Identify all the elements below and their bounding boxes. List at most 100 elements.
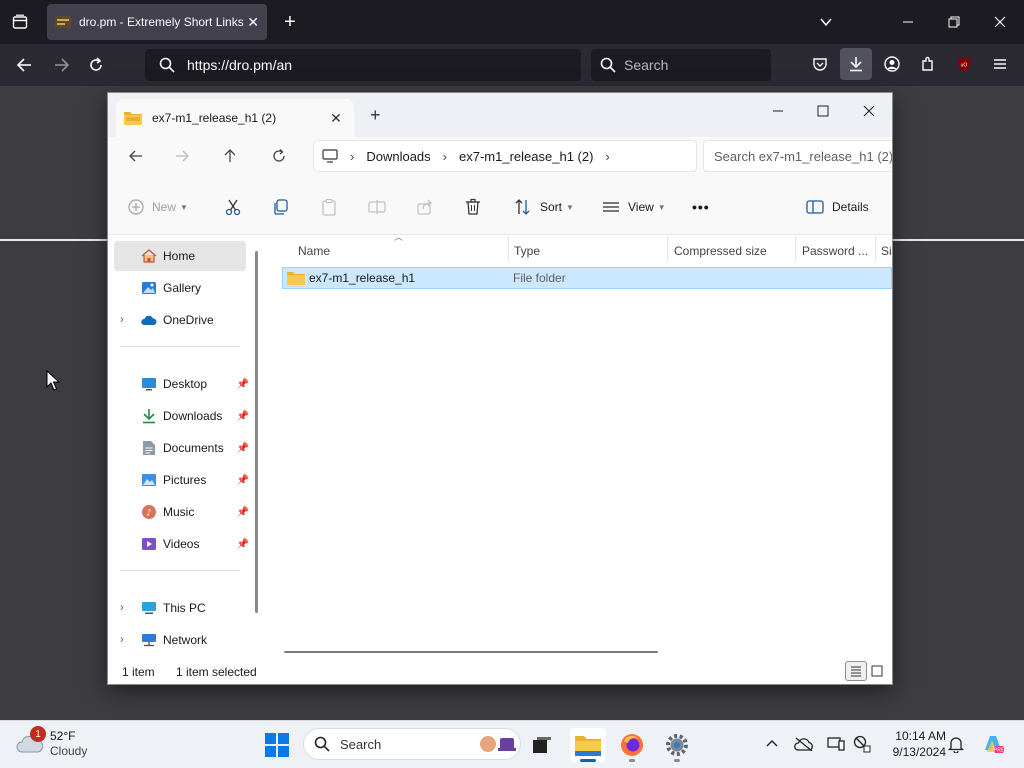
- tiles-view-toggle[interactable]: [866, 661, 888, 681]
- pocket-icon[interactable]: [810, 54, 830, 74]
- new-button-label: New: [152, 200, 177, 214]
- view-button[interactable]: View ▼: [602, 195, 666, 219]
- chevron-right-icon[interactable]: ›: [120, 634, 124, 646]
- rename-button[interactable]: [368, 195, 386, 219]
- new-tab-button[interactable]: +: [280, 11, 300, 33]
- list-all-tabs-icon[interactable]: [816, 12, 836, 32]
- maximize-button[interactable]: [800, 97, 846, 125]
- breadcrumb-downloads[interactable]: Downloads: [366, 149, 430, 164]
- back-button[interactable]: [122, 143, 150, 169]
- explorer-search-input[interactable]: Search ex7-m1_release_h1 (2): [703, 140, 892, 172]
- network-status-icon[interactable]: [852, 734, 872, 754]
- close-browser-button[interactable]: [990, 12, 1010, 32]
- chevron-right-icon[interactable]: ›: [120, 602, 124, 614]
- share-icon: [417, 199, 432, 215]
- account-icon[interactable]: [882, 54, 902, 74]
- tab-list-icon[interactable]: [8, 10, 32, 34]
- column-header-password[interactable]: Password ...: [802, 239, 868, 263]
- column-header-type[interactable]: Type: [514, 239, 540, 263]
- explorer-tab[interactable]: ex7-m1_release_h1 (2) ✕: [116, 99, 354, 137]
- reload-icon[interactable]: [84, 54, 108, 76]
- sidebar-item-onedrive[interactable]: › OneDrive: [114, 305, 246, 335]
- share-button[interactable]: [416, 195, 434, 219]
- notifications-bell-icon[interactable]: [946, 734, 966, 754]
- forward-button[interactable]: [168, 143, 196, 169]
- horizontal-scrollbar[interactable]: [284, 651, 658, 653]
- sidebar-item-documents[interactable]: Documents 📌: [114, 433, 249, 463]
- file-explorer-taskbar-button[interactable]: [570, 728, 606, 762]
- sidebar-item-home[interactable]: Home: [114, 241, 246, 271]
- sidebar-item-gallery[interactable]: Gallery: [114, 273, 246, 303]
- breadcrumb-current-folder[interactable]: ex7-m1_release_h1 (2): [459, 149, 593, 164]
- refresh-button[interactable]: [265, 143, 293, 169]
- web-search-box[interactable]: Search: [591, 49, 771, 81]
- sort-ascending-icon: ︿: [394, 232, 404, 242]
- copy-button[interactable]: [272, 195, 290, 219]
- details-pane-button[interactable]: Details: [806, 195, 869, 219]
- ublock-icon[interactable]: uO: [954, 54, 974, 74]
- sidebar-item-this-pc[interactable]: › This PC: [114, 593, 246, 623]
- minimize-browser-button[interactable]: [898, 12, 918, 32]
- chevron-right-icon[interactable]: ›: [120, 314, 124, 326]
- minimize-button[interactable]: [755, 97, 801, 125]
- column-separator[interactable]: [508, 236, 509, 262]
- start-button[interactable]: [259, 728, 295, 762]
- weather-widget[interactable]: 1 52°F Cloudy: [16, 726, 87, 762]
- copilot-icon[interactable]: PRE: [980, 731, 1006, 757]
- sidebar-item-pictures[interactable]: Pictures 📌: [114, 465, 249, 495]
- sidebar-item-downloads[interactable]: Downloads 📌: [114, 401, 249, 431]
- back-icon[interactable]: [12, 54, 36, 76]
- downloads-button[interactable]: [840, 48, 872, 80]
- close-tab-icon[interactable]: ✕: [326, 110, 346, 127]
- sidebar-item-music[interactable]: ♪ Music 📌: [114, 497, 249, 527]
- column-header-size[interactable]: Si: [881, 239, 892, 263]
- pictures-icon: [141, 472, 157, 488]
- up-button[interactable]: [216, 143, 244, 169]
- column-header-name[interactable]: Name: [298, 239, 330, 263]
- column-separator[interactable]: [667, 236, 668, 262]
- chevron-right-icon[interactable]: ›: [605, 149, 609, 164]
- browser-tab[interactable]: dro.pm - Extremely Short Links ✕: [47, 4, 267, 40]
- sidebar-scrollbar[interactable]: [255, 251, 258, 613]
- chevron-right-icon: ›: [442, 148, 448, 164]
- display-tray-icon[interactable]: [826, 734, 846, 754]
- column-header-compressed-size[interactable]: Compressed size: [674, 239, 767, 263]
- column-header-label: Name: [298, 244, 331, 258]
- sidebar-item-desktop[interactable]: Desktop 📌: [114, 369, 249, 399]
- extensions-icon[interactable]: [918, 54, 938, 74]
- new-tab-button[interactable]: +: [370, 105, 381, 126]
- close-button[interactable]: [846, 97, 892, 125]
- forward-icon[interactable]: [50, 54, 74, 76]
- cut-button[interactable]: [224, 195, 242, 219]
- url-bar[interactable]: https://dro.pm/an: [145, 49, 581, 81]
- task-view-button[interactable]: [524, 728, 560, 762]
- column-header-label: Compressed size: [674, 244, 767, 258]
- breadcrumb[interactable]: › Downloads › ex7-m1_release_h1 (2) ›: [313, 140, 697, 172]
- new-button[interactable]: New ▼: [128, 195, 188, 219]
- sidebar-item-network[interactable]: › Network: [114, 625, 246, 655]
- url-text: https://dro.pm/an: [187, 57, 293, 73]
- tiles-view-icon: [871, 665, 883, 677]
- more-options-button[interactable]: •••: [692, 195, 710, 219]
- web-search-placeholder: Search: [624, 57, 669, 73]
- show-hidden-icons-button[interactable]: [762, 734, 782, 754]
- taskbar-clock[interactable]: 10:14 AM 9/13/2024: [882, 728, 946, 760]
- onedrive-tray-icon[interactable]: [794, 734, 814, 754]
- table-row[interactable]: ex7-m1_release_h1 File folder: [282, 267, 892, 289]
- menu-icon[interactable]: [990, 54, 1010, 74]
- chevron-down-icon: ▼: [566, 202, 574, 212]
- details-view-icon: [851, 666, 861, 677]
- settings-taskbar-button[interactable]: [659, 728, 695, 762]
- paste-button[interactable]: [320, 195, 338, 219]
- details-pane-icon: [806, 200, 824, 214]
- taskbar-search[interactable]: Search: [303, 728, 521, 760]
- details-view-toggle[interactable]: [845, 661, 867, 681]
- close-tab-icon[interactable]: ✕: [247, 14, 259, 31]
- sort-button[interactable]: Sort ▼: [514, 195, 574, 219]
- delete-button[interactable]: [464, 195, 482, 219]
- sidebar-item-videos[interactable]: Videos 📌: [114, 529, 249, 559]
- firefox-taskbar-button[interactable]: [614, 728, 650, 762]
- column-separator[interactable]: [795, 236, 796, 262]
- restore-browser-button[interactable]: [944, 12, 964, 32]
- column-separator[interactable]: [875, 236, 876, 262]
